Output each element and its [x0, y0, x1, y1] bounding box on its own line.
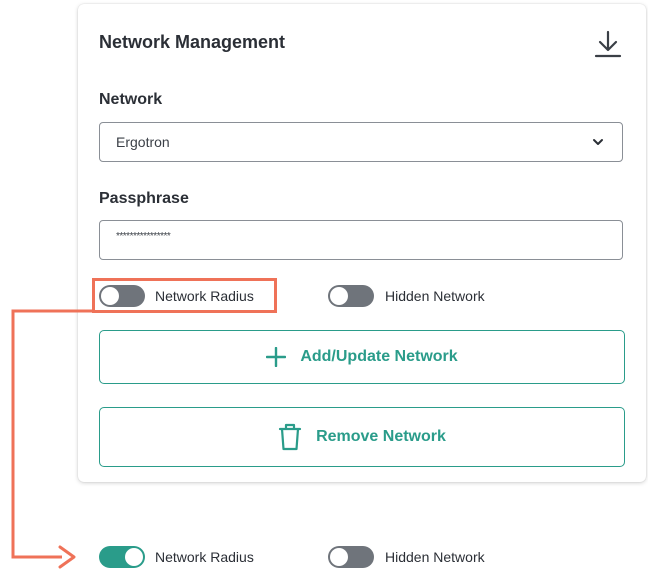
toggle-knob	[125, 548, 143, 566]
passphrase-value: ****************	[116, 231, 171, 242]
remove-network-label: Remove Network	[316, 428, 446, 445]
network-radius-toggle-on[interactable]	[99, 546, 145, 568]
passphrase-label: Passphrase	[99, 190, 189, 207]
hidden-network-toggle[interactable]	[328, 285, 374, 307]
chevron-down-icon	[593, 139, 603, 145]
network-select[interactable]: Ergotron	[99, 122, 623, 162]
network-select-value: Ergotron	[116, 134, 170, 150]
card-title: Network Management	[99, 32, 286, 52]
add-update-network-label: Add/Update Network	[300, 348, 458, 365]
add-update-network-button[interactable]: Add/Update Network	[99, 330, 625, 384]
remove-network-button[interactable]: Remove Network	[99, 407, 625, 467]
toggle-knob	[330, 287, 348, 305]
trash-icon	[278, 423, 302, 451]
highlight-box	[92, 278, 277, 313]
download-icon[interactable]	[593, 28, 623, 60]
network-label: Network	[99, 91, 163, 108]
passphrase-input[interactable]: ****************	[99, 220, 623, 260]
hidden-network-label: Hidden Network	[385, 288, 485, 304]
network-radius-label-after: Network Radius	[155, 549, 254, 565]
plus-icon	[266, 347, 287, 367]
network-management-card: Network Management Network Ergotron Pass…	[78, 4, 646, 482]
hidden-network-label-after: Hidden Network	[385, 549, 485, 565]
toggle-knob	[330, 548, 348, 566]
hidden-network-toggle-after[interactable]	[328, 546, 374, 568]
